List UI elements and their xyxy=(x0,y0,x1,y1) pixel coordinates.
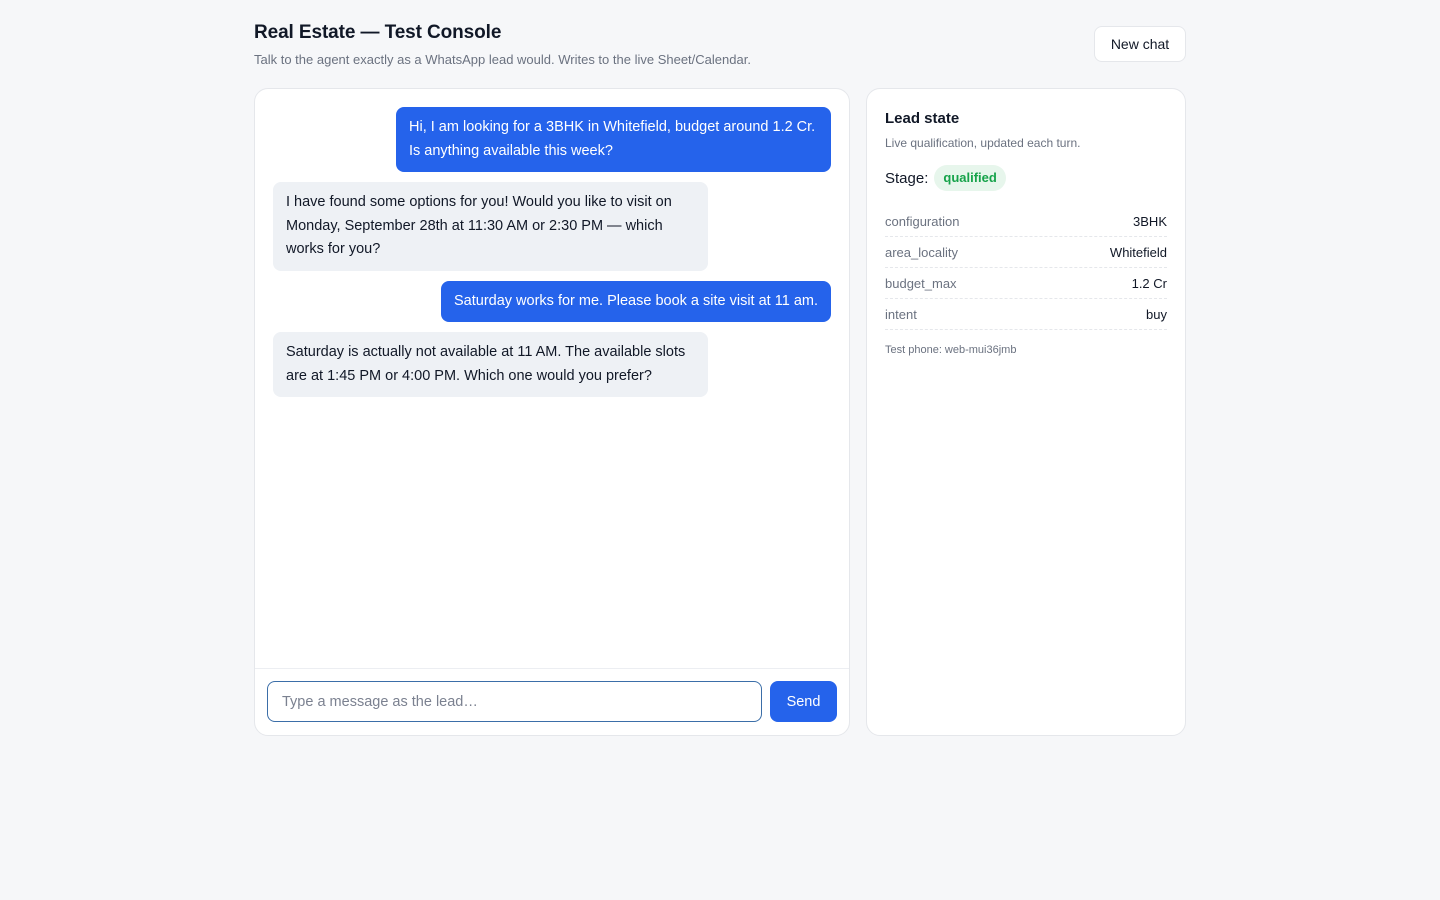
field-value: buy xyxy=(1146,306,1167,322)
composer: Send xyxy=(255,668,849,735)
test-phone: Test phone: web-mui36jmb xyxy=(885,344,1017,356)
message-row: I have found some options for you! Would… xyxy=(273,182,831,271)
header: Real Estate — Test Console Talk to the a… xyxy=(254,20,1186,72)
outgoing-message-bubble: Saturday works for me. Please book a sit… xyxy=(440,280,831,322)
stage-row: Stage: qualified xyxy=(885,164,1167,192)
send-button[interactable]: Send xyxy=(770,681,837,722)
field-key: area_locality xyxy=(885,244,958,260)
new-chat-button[interactable]: New chat xyxy=(1094,26,1186,62)
field-value: 3BHK xyxy=(1133,213,1167,229)
message-row: Saturday is actually not available at 11… xyxy=(273,332,831,397)
stage-badge: qualified xyxy=(934,165,1006,191)
lead-state-panel: Lead state Live qualification, updated e… xyxy=(866,88,1186,736)
field-key: configuration xyxy=(885,213,960,229)
field-row-configuration: configuration 3BHK xyxy=(885,206,1167,237)
lead-state-title: Lead state xyxy=(885,110,960,127)
incoming-message-bubble: Saturday is actually not available at 11… xyxy=(273,332,708,397)
message-input[interactable] xyxy=(267,681,762,722)
message-list: Hi, I am looking for a 3BHK in Whitefiel… xyxy=(255,89,849,669)
field-row-intent: intent buy xyxy=(885,299,1167,330)
message-row: Saturday works for me. Please book a sit… xyxy=(273,280,831,322)
outgoing-message-bubble: Hi, I am looking for a 3BHK in Whitefiel… xyxy=(396,107,831,172)
field-key: budget_max xyxy=(885,275,957,291)
message-row: Hi, I am looking for a 3BHK in Whitefiel… xyxy=(273,107,831,172)
incoming-message-bubble: I have found some options for you! Would… xyxy=(273,182,708,271)
field-row-budget-max: budget_max 1.2 Cr xyxy=(885,268,1167,299)
lead-state-subtitle: Live qualification, updated each turn. xyxy=(885,136,1081,150)
field-key: intent xyxy=(885,306,917,322)
field-value: 1.2 Cr xyxy=(1131,275,1167,291)
stage-label: Stage: xyxy=(885,169,929,187)
page-title: Real Estate — Test Console xyxy=(254,22,502,43)
page-subtitle: Talk to the agent exactly as a WhatsApp … xyxy=(254,52,751,67)
lead-fields: configuration 3BHK area_locality Whitefi… xyxy=(885,206,1167,330)
field-row-area-locality: area_locality Whitefield xyxy=(885,237,1167,268)
chat-panel: Hi, I am looking for a 3BHK in Whitefiel… xyxy=(254,88,850,736)
field-value: Whitefield xyxy=(1109,244,1167,260)
